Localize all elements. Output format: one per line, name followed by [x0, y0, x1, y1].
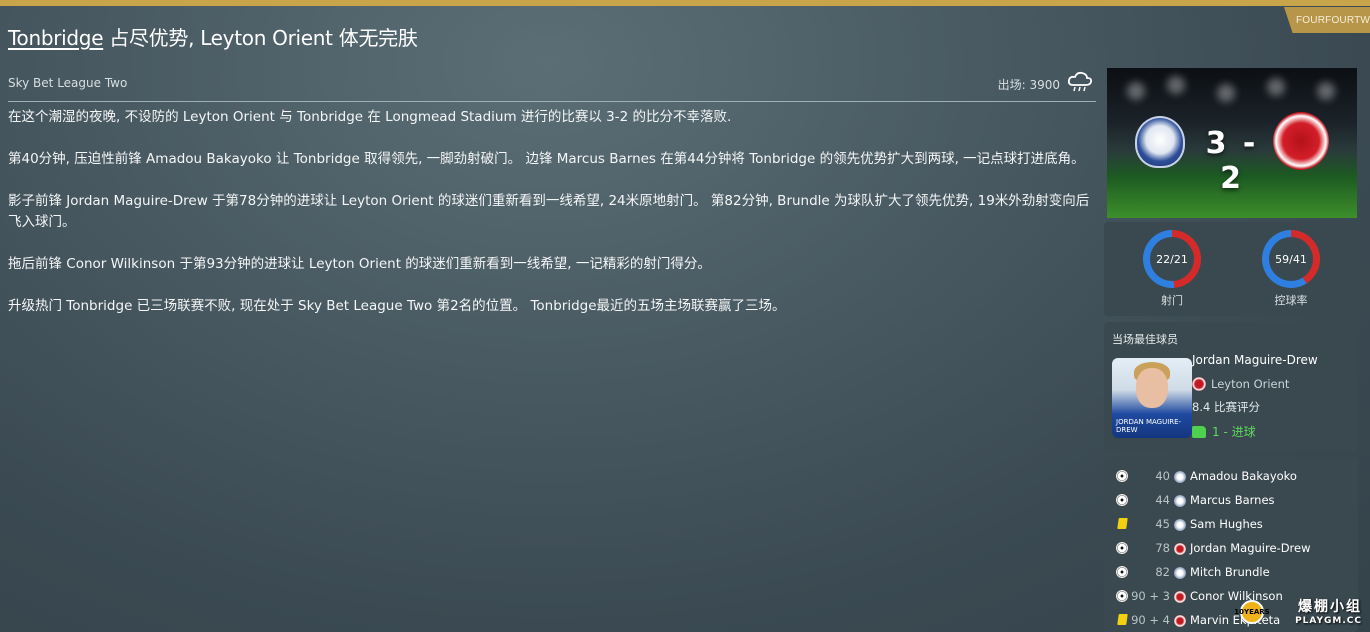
home-crest-icon [1174, 495, 1186, 507]
report-paragraph: 第40分钟, 压迫性前锋 Amadou Bakayoko 让 Tonbridge… [8, 151, 1085, 167]
event-minute: 44 [1155, 493, 1170, 507]
event-minute: 78 [1155, 541, 1170, 555]
potm-title: 当场最佳球员 [1112, 333, 1178, 346]
shots-value: 22/21 [1150, 237, 1194, 281]
yellow-card-icon [1117, 614, 1128, 625]
top-accent-bar [0, 0, 1370, 6]
potm-club[interactable]: Leyton Orient [1192, 377, 1289, 391]
club-crest-icon [1192, 377, 1206, 391]
report-paragraph: 拖后前锋 Conor Wilkinson 于第93分钟的进球让 Leyton O… [8, 256, 711, 272]
attendance: 出场: 3900 [997, 78, 1060, 92]
ball-icon [1116, 590, 1128, 602]
ball-icon [1116, 494, 1128, 506]
event-minute: 82 [1155, 565, 1170, 579]
event-player[interactable]: Amadou Bakayoko [1190, 469, 1297, 483]
headline-text-end: 体无完肤 [338, 26, 418, 50]
shots-label: 射门 [1161, 294, 1183, 307]
event-minute: 90 + 4 [1131, 613, 1170, 627]
away-crest-icon[interactable] [1273, 112, 1329, 170]
watermark-logo: 10YEARS 爆棚小组 PLAYGM.CC [1234, 596, 1362, 626]
event-row[interactable]: 45 Sam Hughes [1104, 513, 1358, 537]
yellow-card-icon [1117, 518, 1128, 529]
headline-team-away[interactable]: Leyton Orient [200, 26, 333, 50]
rating-label: 比赛评分 [1213, 400, 1260, 414]
ball-icon [1116, 470, 1128, 482]
match-meta-row: Sky Bet League Two 出场: 3900 [8, 70, 1096, 102]
event-player[interactable]: Sam Hughes [1190, 517, 1263, 531]
possession-label: 控球率 [1274, 294, 1308, 307]
goals-text: 1 - 进球 [1212, 425, 1256, 439]
away-crest-icon [1174, 615, 1186, 627]
headline-team-home[interactable]: Tonbridge [8, 26, 104, 50]
player-of-match-panel: 当场最佳球员 JORDAN MAGUIRE-DREW Jordan Maguir… [1104, 322, 1358, 452]
potm-club-name: Leyton Orient [1211, 377, 1290, 391]
page-title: Tonbridge 占尽优势, Leyton Orient 体无完肤 [8, 22, 418, 51]
event-minute: 40 [1155, 469, 1170, 483]
away-crest-icon [1174, 543, 1186, 555]
potm-goals: 1 - 进球 [1192, 423, 1256, 440]
possession-value: 59/41 [1269, 237, 1313, 281]
headline-text: 占尽优势, [109, 26, 195, 50]
watermark-title: 爆棚小组 [1298, 599, 1362, 615]
rain-cloud-icon [1067, 71, 1093, 92]
home-crest-icon [1174, 567, 1186, 579]
potm-rating: 8.4 比赛评分 [1192, 399, 1260, 415]
shots-donut: 22/21 [1143, 230, 1201, 288]
ball-icon [1116, 566, 1128, 578]
event-row[interactable]: 78 Jordan Maguire-Drew [1104, 537, 1358, 561]
player-photo[interactable]: JORDAN MAGUIRE-DREW [1112, 358, 1192, 438]
event-minute: 90 + 3 [1131, 589, 1170, 603]
event-row[interactable]: 40 Amadou Bakayoko [1104, 465, 1358, 489]
event-row[interactable]: 82 Mitch Brundle [1104, 561, 1358, 585]
final-score: 3 - 2 [1205, 126, 1259, 196]
player-photo-face [1136, 368, 1168, 408]
potm-player-name[interactable]: Jordan Maguire-Drew [1192, 353, 1318, 367]
event-player[interactable]: Jordan Maguire-Drew [1190, 541, 1311, 555]
away-crest-icon [1174, 591, 1186, 603]
scoreboard: 3 - 2 [1107, 68, 1357, 218]
possession-donut: 59/41 [1262, 230, 1320, 288]
watermark-url: PLAYGM.CC [1295, 616, 1362, 626]
watermark-badge: 10YEARS [1234, 600, 1270, 624]
report-paragraph: 影子前锋 Jordan Maguire-Drew 于第78分钟的进球让 Leyt… [8, 193, 1090, 230]
thumbs-up-icon [1192, 425, 1206, 438]
match-stats-panel: 22/21 射门 59/41 控球率 [1104, 222, 1358, 316]
event-player[interactable]: Mitch Brundle [1190, 565, 1270, 579]
home-crest-icon [1174, 519, 1186, 531]
report-paragraph: 在这个潮湿的夜晚, 不设防的 Leyton Orient 与 Tonbridge… [8, 109, 732, 125]
event-player[interactable]: Marcus Barnes [1190, 493, 1275, 507]
home-crest-icon[interactable] [1135, 116, 1185, 168]
brand-tab: FOURFOURTWO [1284, 7, 1370, 33]
event-row[interactable]: 44 Marcus Barnes [1104, 489, 1358, 513]
match-report: 在这个潮湿的夜晚, 不设防的 Leyton Orient 与 Tonbridge… [8, 107, 1096, 338]
report-paragraph: 升级热门 Tonbridge 已三场联赛不败, 现在处于 Sky Bet Lea… [8, 298, 786, 314]
photo-caption: JORDAN MAGUIRE-DREW [1116, 418, 1182, 434]
rating-value: 8.4 [1192, 400, 1211, 414]
ball-icon [1116, 542, 1128, 554]
league-name[interactable]: Sky Bet League Two [8, 76, 127, 90]
event-minute: 45 [1155, 517, 1170, 531]
home-crest-icon [1174, 471, 1186, 483]
